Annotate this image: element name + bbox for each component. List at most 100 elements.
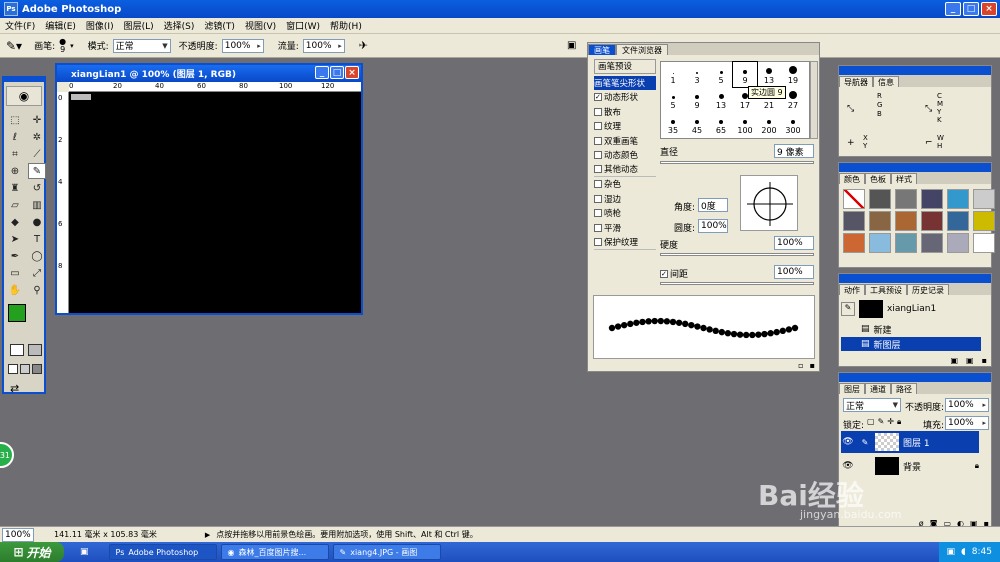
brush-setting-item[interactable]: 其他动态 bbox=[594, 163, 656, 177]
tab-color[interactable]: 颜色 bbox=[839, 173, 865, 184]
style-swatch[interactable] bbox=[869, 233, 891, 253]
eyedropper-icon[interactable]: ⤢ bbox=[28, 265, 46, 281]
brush-setting-item[interactable]: 散布 bbox=[594, 105, 656, 120]
tab-paths[interactable]: 路径 bbox=[891, 383, 917, 394]
spacing-input[interactable]: 100% bbox=[774, 265, 814, 279]
brush-setting-checkbox[interactable] bbox=[594, 136, 602, 145]
brush-icon[interactable]: ✎ bbox=[28, 163, 46, 179]
brush-grid-scrollbar[interactable] bbox=[810, 61, 818, 139]
lock-all-icon[interactable]: 🔒︎ bbox=[897, 417, 901, 427]
jump-to-imageready-icon[interactable]: ⇄ bbox=[10, 382, 19, 395]
style-swatch[interactable] bbox=[947, 211, 969, 231]
brush-setting-item[interactable]: 纹理 bbox=[594, 119, 656, 134]
lock-position-icon[interactable]: ✛ bbox=[887, 417, 894, 427]
diameter-slider[interactable] bbox=[660, 161, 814, 164]
style-swatch[interactable] bbox=[921, 211, 943, 231]
menu-layer[interactable]: 图层(L) bbox=[119, 19, 159, 32]
style-swatch[interactable] bbox=[973, 189, 995, 209]
menu-filter[interactable]: 滤镜(T) bbox=[199, 19, 240, 32]
new-brush-icon[interactable]: ▫ bbox=[798, 361, 803, 370]
brush-setting-checkbox[interactable] bbox=[594, 107, 602, 116]
history-item[interactable]: ▤ 新建 bbox=[841, 322, 991, 336]
airbrush-icon[interactable]: ✈ bbox=[359, 39, 368, 52]
style-swatch[interactable] bbox=[895, 233, 917, 253]
lock-image-icon[interactable]: ✎ bbox=[878, 417, 885, 427]
slice-icon[interactable]: ⟋ bbox=[28, 146, 46, 162]
brush-setting-item[interactable]: 画笔预设 bbox=[594, 59, 656, 74]
dodge-icon[interactable]: ● bbox=[28, 214, 46, 230]
marquee-icon[interactable]: ⬚ bbox=[6, 112, 24, 128]
pen-icon[interactable]: ✒ bbox=[6, 248, 24, 264]
screen-mode-full-icon[interactable] bbox=[32, 364, 42, 374]
layer-row-active[interactable]: 👁︎ ✎ 图层 1 bbox=[841, 431, 979, 453]
brush-setting-item[interactable]: 动态形状 bbox=[594, 90, 656, 105]
brush-setting-checkbox[interactable] bbox=[594, 93, 602, 102]
zoom-input[interactable]: 100% bbox=[2, 527, 34, 542]
zoom-icon[interactable]: ⚲ bbox=[28, 282, 46, 298]
brush-setting-item[interactable]: 画笔笔尖形状 bbox=[594, 75, 656, 90]
side-badge[interactable]: 31 bbox=[0, 442, 14, 468]
brush-tip[interactable]: 45 bbox=[685, 112, 709, 137]
adobe-online-icon[interactable]: ◉ bbox=[6, 86, 42, 106]
trash-icon[interactable]: ▪ bbox=[810, 361, 815, 370]
hardness-input[interactable]: 100% bbox=[774, 236, 814, 250]
brush-setting-checkbox[interactable] bbox=[594, 194, 602, 203]
angle-roundness-preview[interactable] bbox=[740, 175, 798, 231]
history-snapshot[interactable]: ✎ xiangLian1 bbox=[841, 298, 991, 320]
doc-maximize-button[interactable]: □ bbox=[330, 66, 344, 79]
history-brush-source-icon[interactable]: ✎ bbox=[841, 302, 855, 316]
style-swatch[interactable] bbox=[843, 233, 865, 253]
magic-wand-icon[interactable]: ✲ bbox=[28, 129, 46, 145]
screen-mode-menu-icon[interactable] bbox=[20, 364, 30, 374]
tab-channels[interactable]: 通道 bbox=[865, 383, 891, 394]
brush-tip[interactable]: 35 bbox=[661, 112, 685, 137]
brush-tip[interactable]: 9 bbox=[732, 61, 758, 88]
brush-tip[interactable]: 19 bbox=[781, 62, 805, 87]
style-swatch[interactable] bbox=[869, 189, 891, 209]
standard-mode-icon[interactable] bbox=[10, 344, 24, 356]
angle-input[interactable]: 0度 bbox=[698, 198, 728, 212]
brush-link-icon[interactable]: ✎ bbox=[859, 438, 871, 447]
tab-navigator[interactable]: 导航器 bbox=[839, 76, 873, 87]
quicklaunch-icon[interactable]: ▣ bbox=[80, 547, 89, 557]
healing-icon[interactable]: ⊕ bbox=[6, 163, 24, 179]
eye-icon[interactable]: 👁︎ bbox=[841, 461, 855, 471]
style-swatch[interactable] bbox=[921, 233, 943, 253]
style-swatch[interactable] bbox=[973, 233, 995, 253]
notes-icon[interactable]: ▭ bbox=[6, 265, 24, 281]
brush-tip[interactable]: 5 bbox=[661, 87, 685, 112]
flow-input[interactable]: 100% ▸ bbox=[302, 38, 345, 53]
brush-tip[interactable]: 9 bbox=[685, 87, 709, 112]
style-swatch[interactable] bbox=[895, 211, 917, 231]
menu-image[interactable]: 图像(I) bbox=[81, 19, 119, 32]
spacing-checkbox[interactable] bbox=[660, 269, 668, 278]
crop-icon[interactable]: ⌗ bbox=[6, 146, 24, 162]
tab-file-browser[interactable]: 文件浏览器 bbox=[616, 44, 668, 55]
new-document-icon[interactable]: ▣ bbox=[950, 356, 958, 365]
style-swatch[interactable] bbox=[843, 189, 865, 209]
opacity-input[interactable]: 100% ▸ bbox=[221, 38, 264, 53]
task-paint[interactable]: ✎ xiang4.JPG - 画图 bbox=[332, 544, 441, 560]
task-browser[interactable]: ◉ 森林_百度图片搜... bbox=[220, 544, 329, 560]
camera-icon[interactable]: ▣ bbox=[966, 356, 974, 365]
trash-icon[interactable]: ▪ bbox=[982, 356, 987, 365]
mode-select[interactable]: 正常 ▼ bbox=[112, 38, 171, 53]
tab-styles[interactable]: 样式 bbox=[891, 173, 917, 184]
brush-preset-picker[interactable]: ● 9 bbox=[59, 37, 66, 54]
tab-info[interactable]: 信息 bbox=[873, 76, 899, 87]
blend-mode-select[interactable]: 正常 ▼ bbox=[843, 398, 901, 412]
brush-setting-checkbox[interactable] bbox=[594, 180, 602, 189]
play-arrow-icon[interactable]: ▶ bbox=[205, 531, 210, 539]
lock-transparency-icon[interactable]: ▢ bbox=[867, 417, 875, 427]
history-item-active[interactable]: ▤ 新图层 bbox=[841, 337, 981, 351]
doc-close-button[interactable]: × bbox=[345, 66, 359, 79]
foreground-color-swatch[interactable] bbox=[8, 304, 26, 322]
brush-setting-item[interactable]: 保护纹理 bbox=[594, 235, 656, 250]
lasso-icon[interactable]: ℓ bbox=[6, 129, 24, 145]
type-icon[interactable]: T bbox=[28, 231, 46, 247]
brush-tip[interactable]: 13 bbox=[757, 62, 781, 87]
style-swatch[interactable] bbox=[947, 233, 969, 253]
path-select-icon[interactable]: ➤ bbox=[6, 231, 24, 247]
hand-icon[interactable]: ✋ bbox=[6, 282, 24, 298]
brush-setting-checkbox[interactable] bbox=[594, 223, 602, 232]
